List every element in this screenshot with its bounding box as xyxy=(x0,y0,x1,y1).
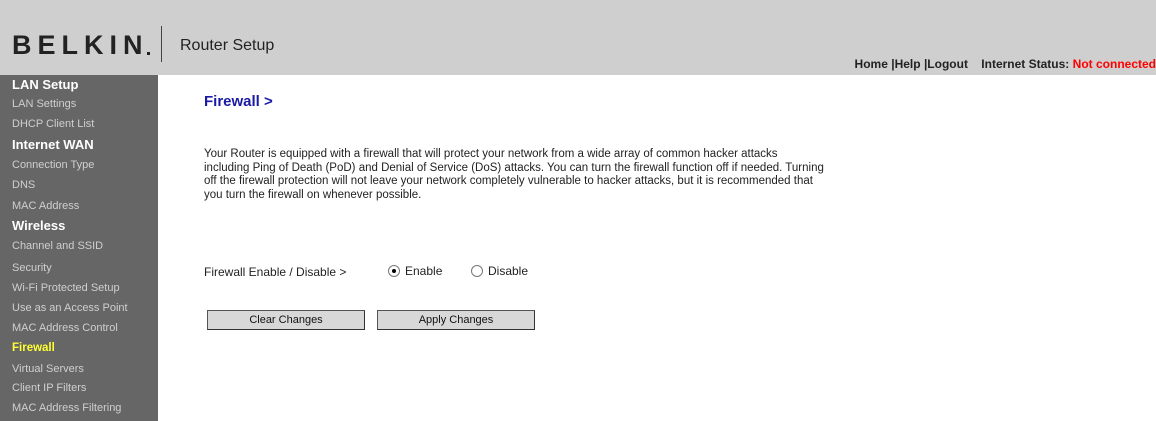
sidebar-item-mac-address-filtering[interactable]: MAC Address Filtering xyxy=(12,402,121,414)
sidebar-item-wifi-protected-setup[interactable]: Wi-Fi Protected Setup xyxy=(12,282,120,294)
sidebar-item-lan-settings[interactable]: LAN Settings xyxy=(12,98,76,110)
enable-radio-circle[interactable] xyxy=(388,265,400,277)
sidebar-item-use-as-access-point[interactable]: Use as an Access Point xyxy=(12,302,128,314)
clear-changes-button[interactable]: Clear Changes xyxy=(207,310,365,330)
sidebar: LAN Setup LAN Settings DHCP Client List … xyxy=(0,75,158,421)
logout-link[interactable]: Logout xyxy=(927,57,968,71)
sidebar-item-channel-and-ssid[interactable]: Channel and SSID xyxy=(12,240,103,252)
sidebar-item-mac-address-control[interactable]: MAC Address Control xyxy=(12,322,118,334)
sidebar-item-dns[interactable]: DNS xyxy=(12,179,35,191)
sidebar-item-mac-address[interactable]: MAC Address xyxy=(12,200,79,212)
top-links: Home |Help |Logout Internet Status: Not … xyxy=(855,57,1156,71)
sidebar-item-connection-type[interactable]: Connection Type xyxy=(12,159,94,171)
home-link[interactable]: Home xyxy=(855,57,888,71)
app-title: Router Setup xyxy=(180,37,275,54)
logo-dot xyxy=(147,52,150,55)
sidebar-item-firewall[interactable]: Firewall xyxy=(12,342,55,354)
sidebar-heading-wireless[interactable]: Wireless xyxy=(12,218,65,233)
internet-status-value: Not connected xyxy=(1072,57,1156,71)
enable-radio-label: Enable xyxy=(405,264,443,278)
sidebar-heading-internet-wan[interactable]: Internet WAN xyxy=(12,137,94,152)
page-title: Firewall > xyxy=(204,93,273,110)
sidebar-item-dhcp-client-list[interactable]: DHCP Client List xyxy=(12,118,94,130)
logo-divider xyxy=(161,26,162,62)
sidebar-item-virtual-servers[interactable]: Virtual Servers xyxy=(12,363,84,375)
internet-status-label: Internet Status: xyxy=(981,57,1070,71)
disable-radio-circle[interactable] xyxy=(471,265,483,277)
disable-radio-label: Disable xyxy=(488,264,529,278)
header-bar: BELKIN Router Setup Home |Help |Logout I… xyxy=(0,0,1156,75)
sidebar-heading-lan-setup[interactable]: LAN Setup xyxy=(12,77,78,92)
sidebar-item-security[interactable]: Security xyxy=(12,262,52,274)
sidebar-item-client-ip-filters[interactable]: Client IP Filters xyxy=(12,382,86,394)
belkin-logo: BELKIN xyxy=(12,30,149,60)
firewall-description: Your Router is equipped with a firewall … xyxy=(204,148,824,201)
help-link[interactable]: Help xyxy=(895,57,921,71)
disable-radio[interactable]: Disable xyxy=(471,264,528,278)
apply-changes-button[interactable]: Apply Changes xyxy=(377,310,535,330)
firewall-enable-label: Firewall Enable / Disable > xyxy=(204,265,347,279)
enable-radio[interactable]: Enable xyxy=(388,264,442,278)
